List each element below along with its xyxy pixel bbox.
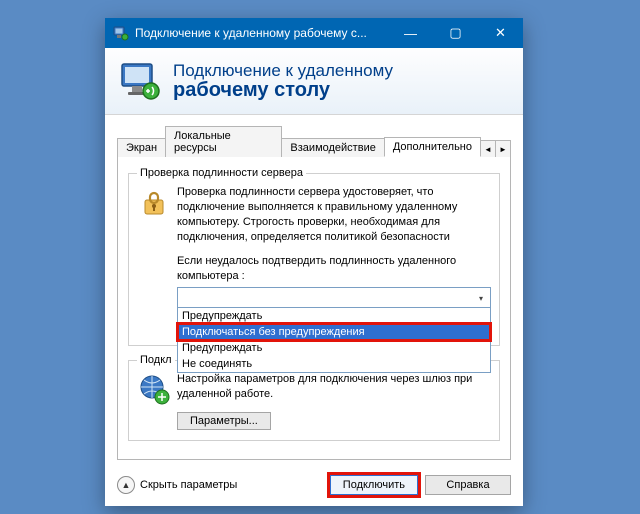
chevron-down-icon: ▾: [472, 294, 490, 303]
tab-advanced[interactable]: Дополнительно: [384, 137, 481, 157]
rdc-icon: [119, 59, 163, 103]
hide-options-label: Скрыть параметры: [140, 479, 237, 491]
dialog-header: Подключение к удаленному рабочему столу: [105, 48, 523, 115]
gateway-settings-button[interactable]: Параметры...: [177, 412, 271, 430]
titlebar: Подключение к удаленному рабочему с... —…: [105, 18, 523, 48]
server-auth-text: Проверка подлинности сервера удостоверяе…: [177, 185, 491, 244]
auth-action-dropdown-list: Предупреждать Подключаться без предупреж…: [177, 307, 491, 373]
tab-scroll-right[interactable]: ►: [495, 141, 510, 157]
dialog-footer: ▲ Скрыть параметры Подключить Справка: [105, 466, 523, 506]
dd-option-0[interactable]: Предупреждать: [178, 308, 490, 324]
group-gateway-legend: Подкл: [137, 354, 175, 366]
auth-action-dropdown[interactable]: ▾ Предупреждать Подключаться без предупр…: [177, 287, 491, 309]
tab-scroll-left[interactable]: ◄: [481, 141, 495, 157]
rdc-dialog: Подключение к удаленному рабочему с... —…: [105, 18, 523, 506]
header-title: Подключение к удаленному рабочему столу: [173, 61, 393, 102]
dialog-body: Экран Локальные ресурсы Взаимодействие Д…: [105, 115, 523, 466]
group-server-auth-legend: Проверка подлинности сервера: [137, 167, 306, 179]
maximize-button[interactable]: ▢: [433, 18, 478, 48]
dd-option-1[interactable]: Подключаться без предупреждения: [178, 324, 490, 340]
hide-options-button[interactable]: ▲ Скрыть параметры: [117, 476, 237, 494]
tabpanel-advanced: Проверка подлинности сервера Проверка по…: [117, 157, 511, 460]
minimize-button[interactable]: —: [388, 18, 433, 48]
window-title: Подключение к удаленному рабочему с...: [135, 26, 388, 40]
auth-action-dropdown-box[interactable]: ▾: [177, 287, 491, 309]
tab-screen[interactable]: Экран: [117, 138, 166, 157]
globe-icon: [137, 372, 171, 406]
app-icon: [113, 25, 129, 41]
tab-local-resources[interactable]: Локальные ресурсы: [165, 126, 282, 157]
help-button[interactable]: Справка: [425, 475, 511, 495]
gateway-text: Настройка параметров для подключения чер…: [177, 372, 491, 402]
header-line2: рабочему столу: [173, 79, 393, 102]
connect-button[interactable]: Подключить: [329, 474, 419, 496]
close-button[interactable]: ✕: [478, 18, 523, 48]
tab-scroll-arrows: ◄ ►: [480, 140, 511, 157]
tab-experience[interactable]: Взаимодействие: [281, 138, 384, 157]
auth-fail-label: Если неудалось подтвердить подлинность у…: [177, 254, 491, 283]
dd-option-2[interactable]: Предупреждать: [178, 340, 490, 356]
tabstrip: Экран Локальные ресурсы Взаимодействие Д…: [117, 125, 511, 157]
lock-icon: [137, 185, 171, 219]
header-line1: Подключение к удаленному: [173, 61, 393, 81]
chevron-up-icon: ▲: [117, 476, 135, 494]
group-server-auth: Проверка подлинности сервера Проверка по…: [128, 167, 500, 346]
dd-option-3[interactable]: Не соединять: [178, 356, 490, 372]
